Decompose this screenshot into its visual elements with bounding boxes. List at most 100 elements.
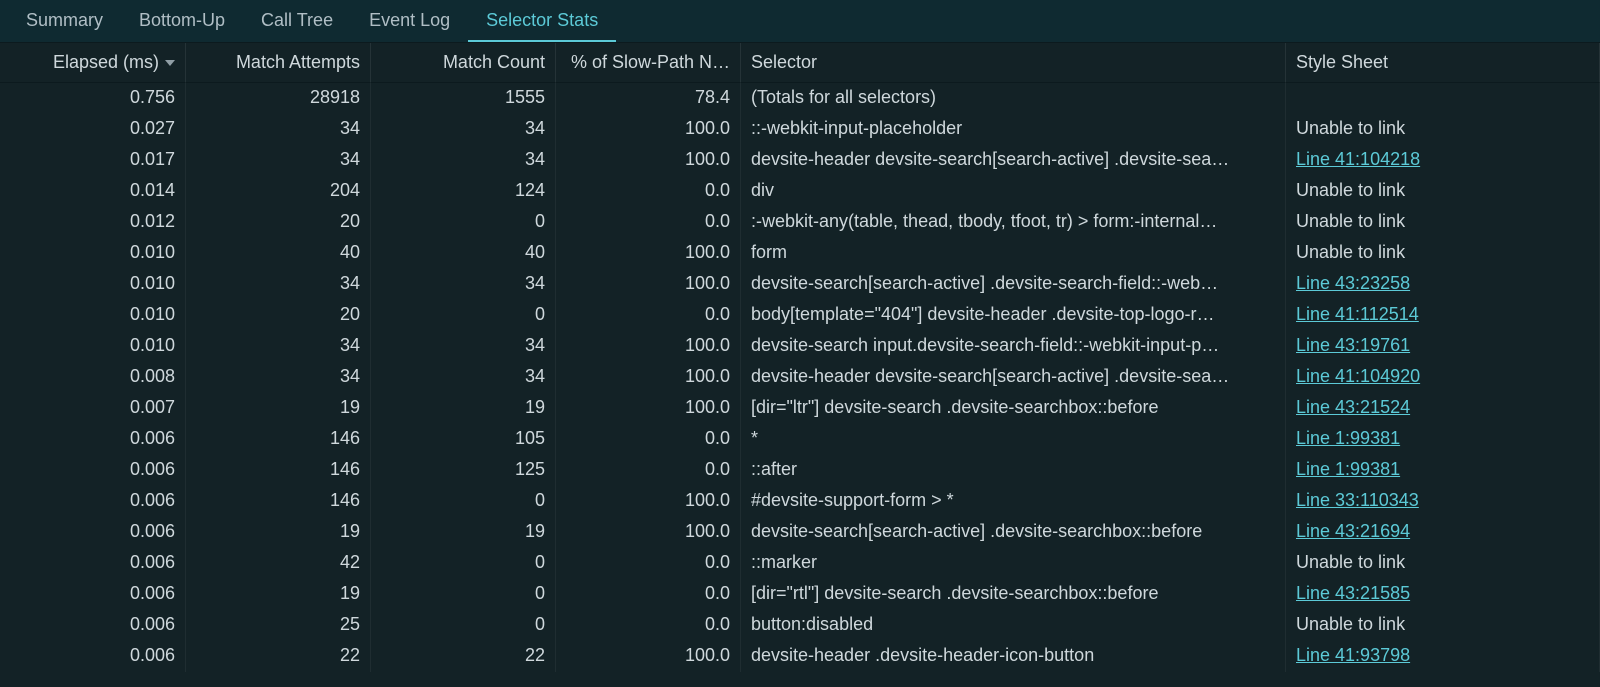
cell-attempts: 40 [186,238,371,269]
stylesheet-link[interactable]: Line 43:21585 [1296,583,1410,603]
cell-selector: button:disabled [741,610,1286,641]
cell-sheet[interactable]: Line 1:99381 [1286,455,1600,486]
cell-selector: devsite-search input.devsite-search-fiel… [741,331,1286,362]
stylesheet-link[interactable]: Line 41:104218 [1296,149,1420,169]
cell-pct: 100.0 [556,114,741,145]
cell-attempts: 146 [186,486,371,517]
cell-selector: div [741,176,1286,207]
cell-elapsed: 0.010 [0,238,186,269]
cell-selector: [dir="rtl"] devsite-search .devsite-sear… [741,579,1286,610]
cell-selector: devsite-header devsite-search[search-act… [741,145,1286,176]
stylesheet-link[interactable]: Line 43:23258 [1296,273,1410,293]
cell-count: 105 [371,424,556,455]
cell-count: 124 [371,176,556,207]
cell-attempts: 19 [186,517,371,548]
cell-attempts: 34 [186,145,371,176]
cell-sheet[interactable]: Line 41:104920 [1286,362,1600,393]
cell-attempts: 34 [186,331,371,362]
stylesheet-link[interactable]: Line 43:19761 [1296,335,1410,355]
cell-pct: 100.0 [556,641,741,672]
cell-sheet: Unable to link [1286,548,1600,579]
stylesheet-link[interactable]: Line 43:21694 [1296,521,1410,541]
panel-tabs: SummaryBottom-UpCall TreeEvent LogSelect… [0,0,1600,43]
cell-pct: 0.0 [556,424,741,455]
col-header-match-attempts[interactable]: Match Attempts [186,43,371,83]
stylesheet-link[interactable]: Line 41:93798 [1296,645,1410,665]
cell-selector: (Totals for all selectors) [741,83,1286,114]
cell-attempts: 28918 [186,83,371,114]
col-header-selector[interactable]: Selector [741,43,1286,83]
tab-event-log[interactable]: Event Log [351,0,468,42]
cell-count: 19 [371,517,556,548]
cell-sheet[interactable]: Line 43:21694 [1286,517,1600,548]
sort-desc-icon [165,60,175,66]
stylesheet-link[interactable]: Line 33:110343 [1296,490,1419,510]
cell-attempts: 34 [186,269,371,300]
cell-selector: form [741,238,1286,269]
cell-pct: 0.0 [556,176,741,207]
cell-count: 0 [371,300,556,331]
cell-count: 22 [371,641,556,672]
cell-selector: devsite-search[search-active] .devsite-s… [741,269,1286,300]
cell-elapsed: 0.006 [0,548,186,579]
cell-pct: 0.0 [556,548,741,579]
cell-elapsed: 0.017 [0,145,186,176]
cell-count: 19 [371,393,556,424]
tab-bottom-up[interactable]: Bottom-Up [121,0,243,42]
cell-pct: 100.0 [556,486,741,517]
cell-attempts: 146 [186,455,371,486]
cell-attempts: 34 [186,114,371,145]
cell-attempts: 25 [186,610,371,641]
stylesheet-link[interactable]: Line 1:99381 [1296,428,1400,448]
col-header-stylesheet[interactable]: Style Sheet [1286,43,1600,83]
cell-attempts: 19 [186,393,371,424]
stylesheet-link[interactable]: Line 41:112514 [1296,304,1419,324]
cell-sheet[interactable]: Line 41:93798 [1286,641,1600,672]
cell-attempts: 34 [186,362,371,393]
cell-count: 0 [371,610,556,641]
cell-pct: 0.0 [556,207,741,238]
cell-elapsed: 0.006 [0,455,186,486]
cell-sheet[interactable]: Line 33:110343 [1286,486,1600,517]
cell-sheet[interactable]: Line 1:99381 [1286,424,1600,455]
cell-elapsed: 0.010 [0,331,186,362]
cell-count: 34 [371,331,556,362]
cell-count: 0 [371,579,556,610]
tab-summary[interactable]: Summary [8,0,121,42]
cell-elapsed: 0.006 [0,424,186,455]
tab-selector-stats[interactable]: Selector Stats [468,0,616,42]
cell-pct: 78.4 [556,83,741,114]
cell-selector: ::marker [741,548,1286,579]
cell-sheet[interactable]: Line 43:19761 [1286,331,1600,362]
stylesheet-link[interactable]: Line 43:21524 [1296,397,1410,417]
cell-attempts: 42 [186,548,371,579]
cell-sheet[interactable]: Line 41:112514 [1286,300,1600,331]
cell-sheet[interactable]: Line 43:21585 [1286,579,1600,610]
cell-pct: 0.0 [556,579,741,610]
cell-elapsed: 0.012 [0,207,186,238]
cell-pct: 100.0 [556,238,741,269]
cell-sheet[interactable]: Line 43:21524 [1286,393,1600,424]
col-header-match-count[interactable]: Match Count [371,43,556,83]
cell-pct: 100.0 [556,362,741,393]
cell-count: 34 [371,145,556,176]
cell-elapsed: 0.756 [0,83,186,114]
cell-sheet[interactable]: Line 41:104218 [1286,145,1600,176]
cell-count: 40 [371,238,556,269]
col-header-pct-slow[interactable]: % of Slow-Path N… [556,43,741,83]
cell-selector: :-webkit-any(table, thead, tbody, tfoot,… [741,207,1286,238]
cell-attempts: 204 [186,176,371,207]
stylesheet-link[interactable]: Line 1:99381 [1296,459,1400,479]
cell-sheet: Unable to link [1286,238,1600,269]
cell-sheet: Unable to link [1286,114,1600,145]
cell-sheet[interactable]: Line 43:23258 [1286,269,1600,300]
cell-elapsed: 0.006 [0,610,186,641]
col-header-elapsed[interactable]: Elapsed (ms) [0,43,186,83]
cell-pct: 100.0 [556,145,741,176]
cell-selector: #devsite-support-form > * [741,486,1286,517]
cell-count: 0 [371,548,556,579]
stylesheet-link[interactable]: Line 41:104920 [1296,366,1420,386]
cell-selector: devsite-search[search-active] .devsite-s… [741,517,1286,548]
cell-elapsed: 0.006 [0,641,186,672]
tab-call-tree[interactable]: Call Tree [243,0,351,42]
